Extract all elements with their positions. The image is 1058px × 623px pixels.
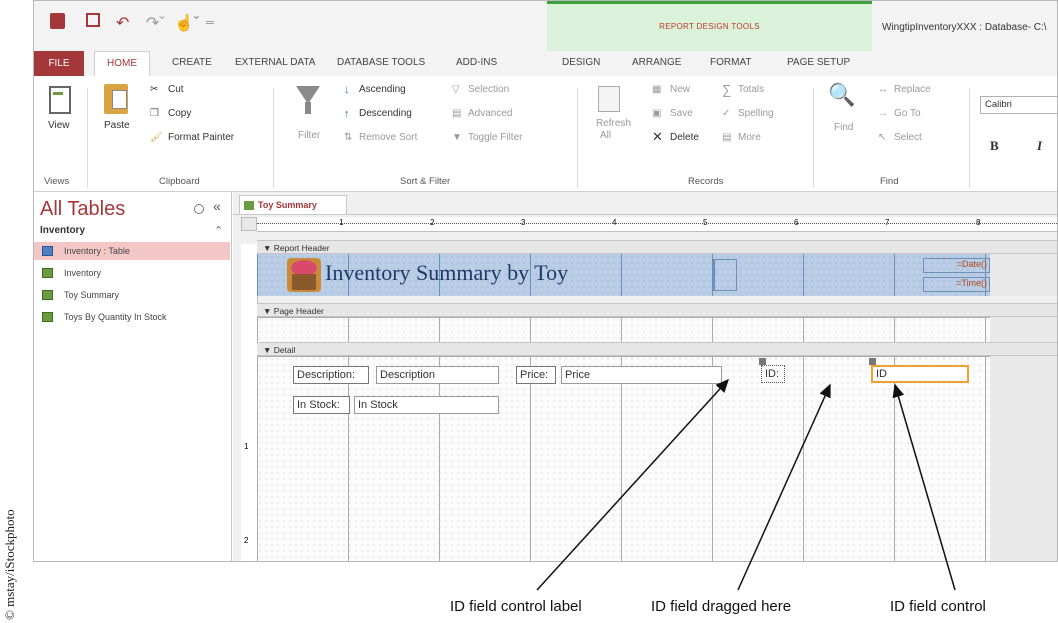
arrow-id-label bbox=[536, 378, 730, 591]
callout-id-dragged: ID field dragged here bbox=[651, 598, 792, 615]
arrow-id-dragged bbox=[737, 383, 831, 591]
callout-id-label: ID field control label bbox=[450, 598, 582, 615]
arrow-id-control bbox=[892, 383, 956, 591]
annotation-arrows bbox=[536, 378, 956, 591]
callout-id-control: ID field control bbox=[890, 598, 986, 615]
